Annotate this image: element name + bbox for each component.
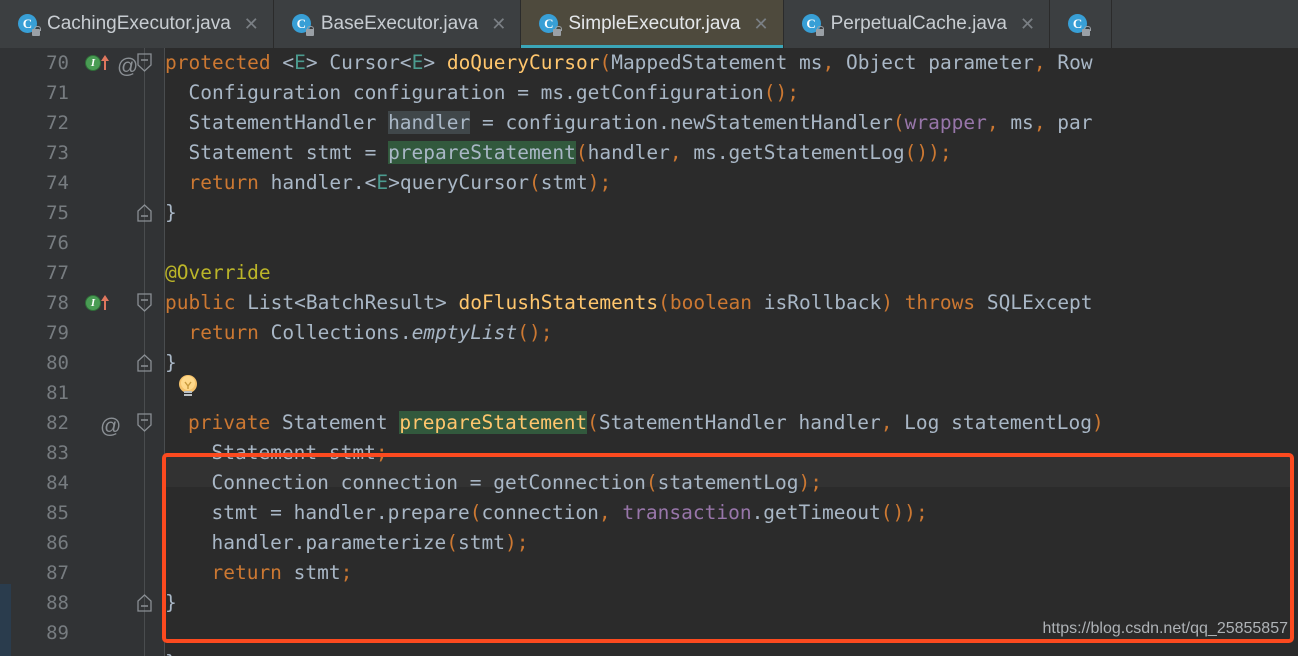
- line-number: 85: [46, 502, 69, 524]
- fold-collapse-icon[interactable]: [136, 53, 153, 72]
- editor-tab-label: PerpetualCache.java: [830, 13, 1007, 34]
- code-line-90: }: [0, 648, 1298, 656]
- line-number: 71: [46, 82, 69, 104]
- java-class-locked-icon: C: [801, 14, 825, 36]
- code-line-82: 82 @ private Statement prepareStatement(…: [0, 408, 1298, 438]
- code-text: }: [165, 591, 177, 614]
- editor-tab-simpleexecutor[interactable]: C SimpleExecutor.java ✕: [521, 0, 784, 48]
- code-text: stmt = handler.prepare(connection, trans…: [188, 501, 928, 524]
- code-line-71: 71 Configuration configuration = ms.getC…: [0, 78, 1298, 108]
- code-line-86: 86 handler.parameterize(stmt);: [0, 528, 1298, 558]
- code-line-74: 74 return handler.<E>queryCursor(stmt);: [0, 168, 1298, 198]
- code-line-85: 85 stmt = handler.prepare(connection, tr…: [0, 498, 1298, 528]
- java-class-locked-icon: C: [291, 14, 315, 36]
- code-line-83: 83 Statement stmt;: [0, 438, 1298, 468]
- line-number: 82: [46, 412, 69, 434]
- code-text: private Statement prepareStatement(State…: [188, 411, 1104, 434]
- fold-end-icon[interactable]: [136, 204, 153, 223]
- override-arrow-icon[interactable]: [99, 293, 111, 311]
- code-text: handler.parameterize(stmt);: [188, 531, 529, 554]
- code-line-72: 72 StatementHandler handler = configurat…: [0, 108, 1298, 138]
- editor-tab-perpetualcache[interactable]: C PerpetualCache.java ✕: [783, 0, 1051, 48]
- code-text: return stmt;: [211, 561, 353, 584]
- code-line-70: 70 I @ protected <E> Cursor<E> doQueryCu…: [0, 48, 1298, 78]
- line-number: 83: [46, 442, 69, 464]
- code-line-87: 87 return stmt;: [0, 558, 1298, 588]
- editor-tab-label: BaseExecutor.java: [320, 13, 479, 34]
- line-number: 74: [46, 172, 69, 194]
- line-number: 75: [46, 202, 69, 224]
- line-number: 79: [46, 322, 69, 344]
- code-line-88: 88 }: [0, 588, 1298, 618]
- java-class-locked-icon: C: [1068, 14, 1091, 36]
- code-text: Statement stmt = prepareStatement(handle…: [165, 141, 952, 164]
- line-number: 80: [46, 352, 69, 374]
- java-class-locked-icon: C: [539, 14, 562, 36]
- code-line-73: 73 Statement stmt = prepareStatement(han…: [0, 138, 1298, 168]
- code-text: }: [165, 201, 177, 224]
- close-icon[interactable]: ✕: [244, 15, 259, 33]
- line-number: 78: [46, 292, 69, 314]
- close-icon[interactable]: ✕: [1020, 15, 1035, 33]
- at-annotation-marker: @: [100, 415, 122, 438]
- code-line-79: 79 return Collections.emptyList();: [0, 318, 1298, 348]
- watermark-text: https://blog.csdn.net/qq_25855857: [1042, 620, 1288, 637]
- line-number: 73: [46, 142, 69, 164]
- line-number: 88: [46, 592, 69, 614]
- code-text: StatementHandler handler = configuration…: [165, 111, 1093, 134]
- code-line-77: 77 @Override: [0, 258, 1298, 288]
- editor-tab-bar: C CachingExecutor.java ✕ C BaseExecutor.…: [0, 0, 1298, 48]
- line-number: 81: [46, 382, 69, 404]
- line-number: 86: [46, 532, 69, 554]
- code-text: }: [165, 351, 177, 374]
- intention-bulb-icon[interactable]: [176, 373, 200, 399]
- java-class-locked-icon: C: [18, 14, 41, 36]
- code-text: public List<BatchResult> doFlushStatemen…: [165, 291, 1093, 314]
- code-line-78: 78 I public List<BatchResult> doFlushSta…: [0, 288, 1298, 318]
- line-number: 70: [46, 52, 69, 74]
- code-text: return handler.<E>queryCursor(stmt);: [188, 171, 612, 194]
- code-line-84: 84 Connection connection = getConnection…: [0, 468, 1298, 498]
- fold-end-icon[interactable]: [136, 594, 153, 613]
- code-line-76: 76: [0, 228, 1298, 258]
- code-editor[interactable]: 70 I @ protected <E> Cursor<E> doQueryCu…: [0, 48, 1298, 656]
- code-text: Configuration configuration = ms.getConf…: [165, 81, 799, 104]
- fold-end-icon[interactable]: [136, 354, 153, 373]
- line-number: 72: [46, 112, 69, 134]
- code-text: return Collections.emptyList();: [188, 321, 553, 344]
- editor-tab-baseexecutor[interactable]: C BaseExecutor.java ✕: [273, 0, 522, 48]
- line-number: 87: [46, 562, 69, 584]
- line-number: 84: [46, 472, 69, 494]
- line-number: 76: [46, 232, 69, 254]
- code-text: Connection connection = getConnection(st…: [188, 471, 823, 494]
- editor-tab-cachingexecutor[interactable]: C CachingExecutor.java ✕: [0, 0, 274, 48]
- code-text: }: [165, 648, 177, 656]
- fold-collapse-icon[interactable]: [136, 293, 153, 312]
- editor-tab-partial[interactable]: C: [1050, 0, 1113, 48]
- code-line-75: 75 }: [0, 198, 1298, 228]
- line-number: 89: [46, 622, 69, 644]
- code-text: protected <E> Cursor<E> doQueryCursor(Ma…: [165, 51, 1093, 74]
- fold-collapse-icon[interactable]: [136, 413, 153, 432]
- code-text: @Override: [165, 261, 271, 284]
- line-number: 77: [46, 262, 69, 284]
- editor-tab-label: CachingExecutor.java: [47, 13, 231, 34]
- code-text: Statement stmt;: [188, 441, 388, 464]
- close-icon[interactable]: ✕: [754, 15, 769, 33]
- close-icon[interactable]: ✕: [491, 15, 506, 33]
- override-arrow-icon[interactable]: [99, 53, 111, 71]
- editor-tab-label: SimpleExecutor.java: [568, 13, 741, 34]
